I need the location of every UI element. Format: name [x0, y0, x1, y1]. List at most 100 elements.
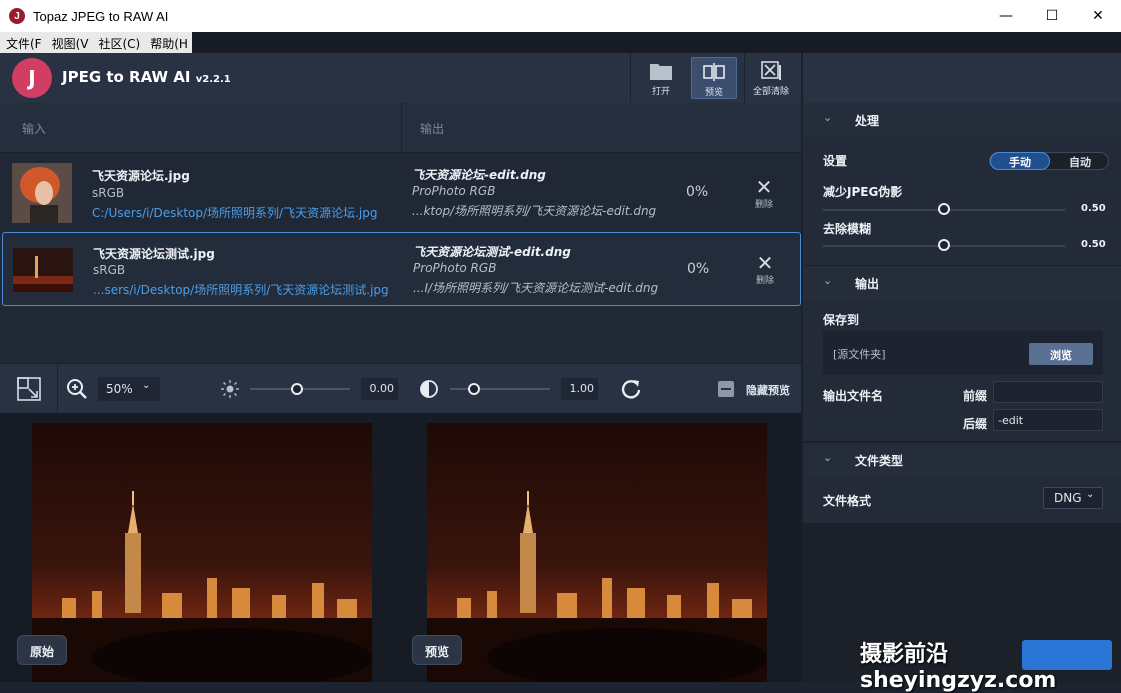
deblur-slider-handle[interactable]	[938, 239, 950, 251]
settings-label: 设置	[823, 154, 848, 168]
clear-all-label: 全部清除	[752, 87, 789, 97]
original-label-button[interactable]: 原始	[17, 635, 68, 665]
output-path: ...I/场所照明系列/飞天资源论坛测试-edit.dng	[413, 281, 659, 295]
contrast-slider[interactable]	[450, 388, 550, 390]
menu-view[interactable]: 视图(V	[46, 32, 93, 53]
output-file-name: 飞天资源论坛测试-edit.dng	[413, 245, 571, 259]
close-window-button[interactable]: ✕	[1075, 0, 1121, 32]
title-bar: J Topaz JPEG to RAW AI — ☐ ✕	[0, 0, 1121, 32]
process-section-title: 处理	[855, 114, 880, 128]
preview-image	[427, 423, 767, 682]
prefix-input[interactable]	[993, 381, 1103, 403]
split-view-icon	[703, 63, 725, 81]
save-to-label: 保存到	[823, 313, 860, 327]
file-row[interactable]: 飞天资源论坛.jpg sRGB C:/Users/i/Desktop/场所照明系…	[2, 153, 801, 227]
output-column-header: 输出	[420, 122, 445, 136]
menu-help[interactable]: 帮助(H	[144, 32, 192, 53]
fit-view-button[interactable]	[0, 364, 58, 413]
chevron-down-icon: ⌄	[1086, 489, 1095, 500]
fit-screen-icon	[17, 377, 41, 401]
process-section: 设置 手动 自动 减少JPEG伪影 0.50 去除模糊 0.50	[803, 137, 1121, 265]
original-image	[32, 423, 372, 682]
output-colorspace: ProPhoto RGB	[412, 184, 496, 198]
file-row-selected[interactable]: 飞天资源论坛测试.jpg sRGB ...sers/i/Desktop/场所照明…	[2, 232, 801, 306]
menu-bar: 文件(F 视图(V 社区(C) 帮助(H	[0, 32, 1121, 53]
file-name: 飞天资源论坛测试.jpg	[93, 247, 215, 261]
delete-button[interactable]: ✕ 删除	[753, 253, 777, 286]
output-section-title: 输出	[855, 277, 880, 291]
prefix-label: 前缀	[963, 389, 988, 403]
file-path[interactable]: ...sers/i/Desktop/场所照明系列/飞天资源论坛测试.jpg	[93, 281, 389, 298]
zoom-select[interactable]: 50% ⌄	[98, 377, 160, 401]
output-colorspace: ProPhoto RGB	[413, 261, 497, 275]
chevron-down-icon: ⌄	[823, 111, 833, 124]
app-version: v2.2.1	[195, 74, 231, 85]
progress-percent: 0%	[687, 261, 710, 277]
brightness-slider-handle[interactable]	[291, 383, 303, 395]
contrast-value[interactable]: 1.00	[561, 378, 598, 400]
file-name: 飞天资源论坛.jpg	[92, 169, 190, 183]
menu-community[interactable]: 社区(C)	[93, 32, 145, 53]
output-file-name: 飞天资源论坛-edit.dng	[412, 168, 546, 182]
output-section: 保存到 [源文件夹] 浏览 输出文件名 前缀 后缀 -edit	[803, 300, 1121, 441]
filetype-section-title: 文件类型	[855, 454, 904, 468]
brightness-value[interactable]: 0.00	[361, 378, 398, 400]
clear-all-button[interactable]: 全部清除	[748, 57, 794, 99]
brightness-icon	[221, 380, 239, 398]
preview-label-button[interactable]: 预览	[412, 635, 463, 665]
open-label: 打开	[651, 87, 670, 97]
maximize-button[interactable]: ☐	[1029, 0, 1075, 32]
reduce-jpeg-slider-handle[interactable]	[938, 203, 950, 215]
reset-icon[interactable]	[620, 378, 642, 400]
mode-toggle[interactable]: 手动 自动	[989, 152, 1109, 170]
preview-label: 预览	[704, 88, 723, 98]
filetype-section-header[interactable]: ⌄ 文件类型	[803, 443, 1121, 477]
manual-mode-option[interactable]: 手动	[990, 152, 1050, 170]
folder-icon	[650, 64, 672, 80]
window-title: Topaz JPEG to RAW AI	[33, 8, 169, 24]
app-logo-icon: J	[9, 8, 25, 24]
contrast-slider-handle[interactable]	[468, 383, 480, 395]
close-icon: ✕	[755, 175, 773, 199]
chevron-down-icon: ⌄	[142, 380, 151, 391]
delete-label: 删除	[754, 200, 773, 210]
progress-percent: 0%	[686, 184, 709, 200]
night-city-thumbnail	[13, 248, 73, 292]
file-list: 飞天资源论坛.jpg sRGB C:/Users/i/Desktop/场所照明系…	[0, 153, 801, 363]
chevron-down-icon: ⌄	[823, 274, 833, 287]
open-button[interactable]: 打开	[638, 57, 684, 99]
zoom-in-icon[interactable]	[66, 378, 88, 400]
reduce-jpeg-label: 减少JPEG伪影	[823, 185, 903, 199]
save-to-value: [源文件夹]	[833, 348, 886, 361]
preview-toolbar: 50% ⌄ 0.00 1.00 隐藏预览	[0, 363, 801, 413]
input-column-header: 输入	[22, 122, 47, 136]
hide-preview-label[interactable]: 隐藏预览	[746, 382, 790, 398]
menu-file[interactable]: 文件(F	[0, 32, 46, 53]
sidebar-header	[801, 53, 1121, 103]
portrait-thumbnail	[12, 163, 72, 223]
chevron-down-icon: ⌄	[823, 451, 833, 464]
settings-sidebar: ⌄ 处理 设置 手动 自动 减少JPEG伪影 0.50 去除模糊 0.50 ⌄ …	[801, 103, 1121, 682]
deblur-value: 0.50	[1081, 239, 1106, 250]
reduce-jpeg-value: 0.50	[1081, 203, 1106, 214]
suffix-input[interactable]: -edit	[993, 409, 1103, 431]
file-colorspace: sRGB	[93, 263, 126, 277]
delete-button[interactable]: ✕ 删除	[752, 177, 776, 210]
file-format-select[interactable]: DNG ⌄	[1043, 487, 1103, 509]
close-icon: ✕	[756, 251, 774, 275]
auto-mode-option[interactable]: 自动	[1050, 153, 1110, 169]
output-filename-label: 输出文件名	[823, 389, 884, 403]
file-path[interactable]: C:/Users/i/Desktop/场所照明系列/飞天资源论坛.jpg	[92, 204, 377, 221]
hide-preview-checkbox[interactable]	[718, 381, 734, 397]
deblur-label: 去除模糊	[823, 222, 872, 236]
preview-button[interactable]: 预览	[691, 57, 737, 99]
browse-button[interactable]: 浏览	[1029, 343, 1093, 365]
output-path: ...ktop/场所照明系列/飞天资源论坛-edit.dng	[412, 204, 657, 218]
file-list-header: 输入 输出	[0, 103, 801, 153]
minimize-button[interactable]: —	[983, 0, 1029, 32]
output-section-header[interactable]: ⌄ 输出	[803, 266, 1121, 300]
save-to-field: [源文件夹] 浏览	[823, 331, 1103, 375]
topaz-logo-icon: J	[12, 58, 52, 98]
delete-label: 删除	[755, 276, 774, 286]
process-section-header[interactable]: ⌄ 处理	[803, 103, 1121, 137]
